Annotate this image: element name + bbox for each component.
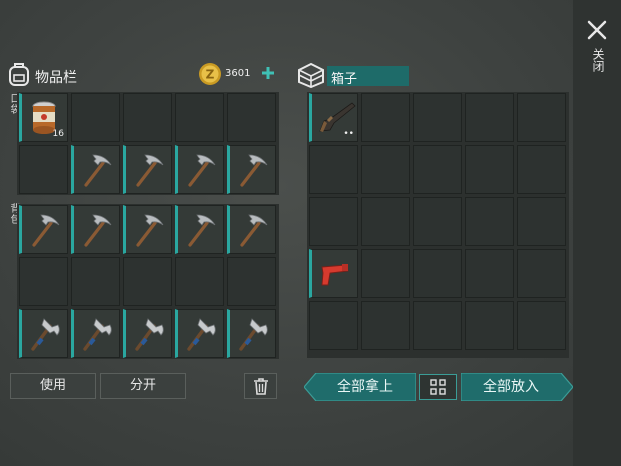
crate-icon (298, 62, 324, 88)
container-slot[interactable] (517, 249, 566, 298)
trash-icon (254, 378, 268, 395)
pocket-slot[interactable] (123, 93, 172, 142)
container-slot[interactable] (465, 93, 514, 142)
coin-count: 3601 (225, 68, 251, 79)
hatchet-icon (24, 313, 64, 357)
svg-text:Z: Z (206, 68, 215, 82)
container-title-field: 箱子 (327, 66, 409, 87)
backpack-slot[interactable] (71, 257, 120, 306)
sort-button[interactable] (419, 374, 457, 400)
container-slot[interactable] (517, 301, 566, 350)
container-slot[interactable] (413, 249, 462, 298)
pickaxe-icon (76, 209, 116, 253)
backpack-slot[interactable] (175, 309, 224, 358)
pickaxe-icon (24, 209, 64, 253)
backpack-icon (9, 63, 29, 86)
backpack-slot[interactable] (19, 309, 68, 358)
backpack-slot[interactable] (19, 257, 68, 306)
container-slot[interactable] (517, 145, 566, 194)
backpack-slot[interactable] (227, 309, 276, 358)
container-slot[interactable] (361, 93, 410, 142)
inventory-header: 物品栏 Z 3601 (5, 60, 277, 90)
pocket-slot[interactable]: 16 (19, 93, 68, 142)
container-slot[interactable] (465, 197, 514, 246)
split-button[interactable]: 分开 (100, 373, 186, 399)
pickaxe-icon (76, 149, 116, 193)
inventory-title: 物品栏 (35, 70, 77, 86)
pocket-slot[interactable] (71, 145, 120, 194)
container-title: 箱子 (331, 72, 358, 87)
pickaxe-icon (232, 149, 272, 193)
pickaxe-icon (128, 209, 168, 253)
container-slot[interactable] (309, 249, 358, 298)
backpack-slot[interactable] (175, 205, 224, 254)
backpack-slot[interactable] (123, 257, 172, 306)
trash-button[interactable] (244, 373, 277, 399)
backpack-slot[interactable] (175, 257, 224, 306)
flare-gun-icon (314, 253, 354, 297)
put-all-button[interactable]: 全部放入 (462, 374, 560, 400)
grid-sort-icon (430, 379, 446, 395)
container-slot[interactable]: •• (309, 93, 358, 142)
container-slot[interactable] (361, 249, 410, 298)
container-header: 箱子 (297, 60, 412, 90)
pocket-slot[interactable] (175, 93, 224, 142)
use-button[interactable]: 使用 (10, 373, 96, 399)
close-icon (587, 20, 607, 40)
pickaxe-icon (128, 149, 168, 193)
container-slot[interactable] (413, 145, 462, 194)
pocket-slot[interactable] (19, 145, 68, 194)
close-button[interactable]: 关闭 (582, 14, 612, 84)
hatchet-icon (76, 313, 116, 357)
plus-icon (262, 67, 274, 79)
hatchet-icon (180, 313, 220, 357)
pocket-slot[interactable] (175, 145, 224, 194)
add-coins-button[interactable] (260, 64, 276, 82)
pocket-slot[interactable] (123, 145, 172, 194)
coin-icon: Z (199, 63, 221, 85)
coin-display: Z 3601 (198, 62, 274, 86)
container-slot[interactable] (361, 301, 410, 350)
item-count: •• (343, 129, 354, 139)
container-slot[interactable] (413, 301, 462, 350)
container-slot[interactable] (465, 249, 514, 298)
backpack-slot[interactable] (227, 205, 276, 254)
backpack-slot[interactable] (123, 309, 172, 358)
container-slot[interactable] (517, 197, 566, 246)
item-count: 16 (52, 129, 64, 139)
container-slot[interactable] (361, 197, 410, 246)
backpack-slot[interactable] (71, 309, 120, 358)
pocket-slot[interactable] (227, 93, 276, 142)
pickaxe-icon (180, 209, 220, 253)
container-slot[interactable] (517, 93, 566, 142)
container-slot[interactable] (413, 93, 462, 142)
container-slot[interactable] (413, 197, 462, 246)
container-slot[interactable] (309, 197, 358, 246)
hatchet-icon (128, 313, 168, 357)
container-slot[interactable] (465, 301, 514, 350)
backpack-slot[interactable] (227, 257, 276, 306)
backpack-slot[interactable] (19, 205, 68, 254)
container-slot[interactable] (309, 301, 358, 350)
take-all-button[interactable]: 全部拿上 (316, 374, 414, 400)
hatchet-icon (232, 313, 272, 357)
pocket-slot[interactable] (71, 93, 120, 142)
backpack-slot[interactable] (123, 205, 172, 254)
pickaxe-icon (180, 149, 220, 193)
container-slot[interactable] (361, 145, 410, 194)
close-label: 关闭 (591, 48, 605, 72)
pickaxe-icon (232, 209, 272, 253)
container-slot[interactable] (309, 145, 358, 194)
container-slot[interactable] (465, 145, 514, 194)
backpack-slot[interactable] (71, 205, 120, 254)
pocket-slot[interactable] (227, 145, 276, 194)
